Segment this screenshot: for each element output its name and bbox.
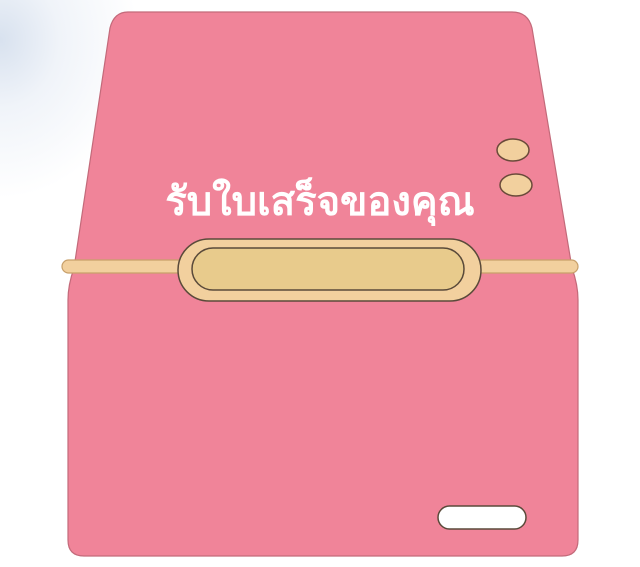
- feed-button-icon[interactable]: [437, 505, 527, 530]
- receipt-title: รับใบเสร็จของคุณ: [165, 179, 475, 225]
- indicator-light-icon: [496, 138, 530, 162]
- receipt-printer-icon: [61, 11, 579, 557]
- paper-slot-slit: [191, 247, 465, 291]
